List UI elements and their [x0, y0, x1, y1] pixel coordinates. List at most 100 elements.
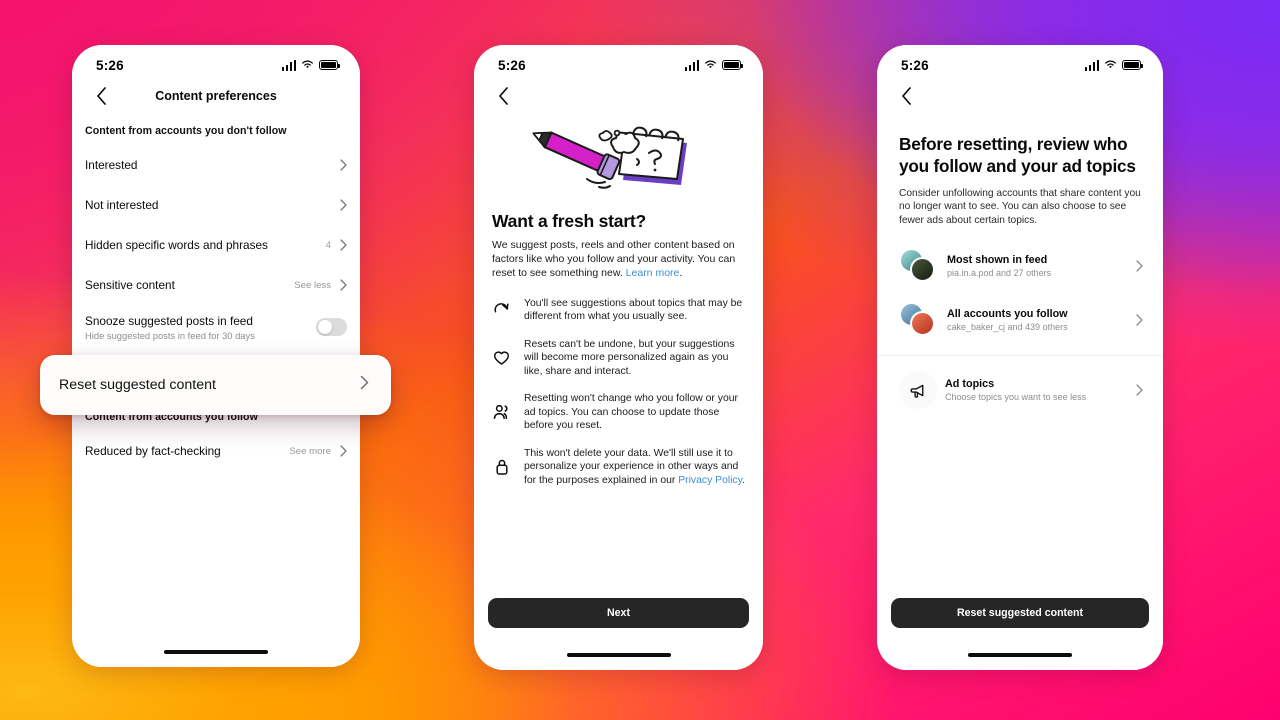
row-value: See more — [289, 445, 331, 457]
learn-more-link[interactable]: Learn more — [626, 267, 680, 279]
headline: Want a fresh start? — [492, 211, 647, 231]
page-title: Content preferences — [155, 89, 277, 103]
megaphone-icon — [899, 371, 937, 410]
bullet-resets-undone: Resets can't be undone, but your suggest… — [492, 338, 747, 379]
heart-icon — [492, 350, 511, 366]
chevron-right-icon — [1136, 314, 1143, 327]
cellular-signal-icon — [684, 59, 699, 71]
chevron-right-icon — [340, 239, 347, 251]
row-label: Interested — [85, 158, 138, 172]
snooze-sublabel: Hide suggested posts in feed for 30 days — [85, 329, 255, 341]
cellular-signal-icon — [281, 59, 296, 71]
battery-full-icon — [319, 60, 341, 70]
back-button[interactable] — [492, 85, 514, 107]
chevron-right-icon — [340, 445, 347, 457]
highlight-card-label: Reset suggested content — [59, 377, 216, 393]
row-label: Hidden specific words and phrases — [85, 238, 268, 252]
avatar — [910, 257, 935, 283]
row-most-shown-in-feed[interactable]: Most shown in feed pia.in.a.pod and 27 o… — [877, 239, 1163, 293]
chevron-right-icon — [360, 375, 369, 395]
people-icon — [492, 404, 511, 420]
snooze-label: Snooze suggested posts in feed — [85, 313, 253, 328]
status-time: 5:26 — [498, 57, 526, 73]
status-time: 5:26 — [901, 57, 929, 73]
phone-fresh-start: 5:26 Want a fresh start? We suggest post… — [474, 45, 763, 670]
account-list: Most shown in feed pia.in.a.pod and 27 o… — [877, 227, 1163, 418]
chevron-right-icon — [1136, 384, 1143, 397]
bullet-text: Resetting won't change who you follow or… — [524, 393, 738, 432]
bullet-follow-unchanged: Resetting won't change who you follow or… — [492, 392, 747, 433]
battery-full-icon — [722, 60, 744, 70]
row-not-interested[interactable]: Not interested — [72, 185, 360, 225]
row-label: Not interested — [85, 198, 159, 212]
avatar — [910, 311, 935, 337]
home-indicator — [164, 650, 268, 654]
back-button[interactable] — [895, 85, 917, 107]
row-reduced-by-fact-checking[interactable]: Reduced by fact-checking See more — [72, 431, 360, 471]
nav-bar — [877, 79, 1163, 113]
highlight-card-reset-suggested-content[interactable]: Reset suggested content — [40, 355, 391, 415]
bullet-text: This won't delete your data. We'll still… — [524, 447, 747, 488]
divider — [877, 355, 1163, 357]
privacy-policy-link[interactable]: Privacy Policy — [678, 475, 742, 486]
refresh-icon — [492, 302, 511, 319]
next-button[interactable]: Next — [488, 598, 749, 628]
account-subtitle: cake_baker_cj and 439 others — [947, 322, 1068, 333]
intro-paragraph: We suggest posts, reels and other conten… — [474, 232, 763, 281]
account-title: All accounts you follow — [947, 308, 1068, 321]
row-all-accounts-you-follow[interactable]: All accounts you follow cake_baker_cj an… — [877, 293, 1163, 347]
lock-icon — [492, 458, 511, 476]
status-time: 5:26 — [96, 57, 124, 73]
ad-topics-title: Ad topics — [945, 378, 995, 391]
home-indicator — [566, 653, 671, 657]
wifi-icon — [301, 56, 314, 74]
nav-bar: Content preferences — [72, 79, 360, 113]
account-title: Most shown in feed — [947, 254, 1048, 267]
avatar-stack — [899, 248, 939, 284]
wifi-icon — [704, 56, 717, 74]
cta-container: Next — [474, 598, 763, 628]
cta-container: Reset suggested content — [877, 598, 1163, 628]
bullet-text-part2: . — [742, 474, 746, 486]
status-bar: 5:26 — [877, 45, 1163, 79]
screenshot-stage: 5:26 Content preferences Content from ac… — [0, 0, 1280, 720]
wifi-icon — [1104, 56, 1117, 74]
bullet-text: You'll see suggestions about topics that… — [524, 297, 743, 323]
toggle-knob — [317, 319, 332, 335]
phone-review-follows: 5:26 Before resetting, review who you fo… — [877, 45, 1163, 670]
chevron-right-icon — [1136, 260, 1143, 273]
pencil-erasing-notepad-illustration — [474, 117, 763, 197]
bullet-text: Resets can't be undone, but your suggest… — [524, 338, 735, 377]
status-bar: 5:26 — [72, 45, 360, 79]
chevron-right-icon — [340, 199, 347, 211]
headline: Before resetting, review who you follow … — [899, 134, 1136, 177]
row-sensitive-content[interactable]: Sensitive content See less — [72, 265, 360, 305]
row-interested[interactable]: Interested — [72, 145, 360, 185]
bullet-suggestions: You'll see suggestions about topics that… — [492, 297, 747, 324]
avatar-stack — [899, 302, 939, 338]
section-header-dont-follow: Content from accounts you don't follow — [85, 125, 287, 137]
row-ad-topics[interactable]: Ad topics Choose topics you want to see … — [877, 362, 1163, 418]
row-label: Reduced by fact-checking — [85, 444, 221, 458]
home-indicator — [968, 653, 1072, 657]
chevron-right-icon — [340, 159, 347, 171]
row-snooze-suggested-posts[interactable]: Snooze suggested posts in feed Hide sugg… — [72, 305, 360, 349]
intro-text-end: . — [679, 266, 683, 279]
subheadline: Consider unfollowing accounts that share… — [899, 187, 1141, 226]
bullet-list: You'll see suggestions about topics that… — [474, 281, 763, 488]
row-value: See less — [294, 279, 331, 291]
bullet-data-privacy: This won't delete your data. We'll still… — [492, 447, 747, 488]
chevron-right-icon — [340, 279, 347, 291]
ad-topics-subtitle: Choose topics you want to see less — [945, 392, 1087, 403]
status-bar: 5:26 — [474, 45, 763, 79]
cellular-signal-icon — [1084, 59, 1099, 71]
battery-full-icon — [1122, 60, 1144, 70]
nav-bar — [474, 79, 763, 113]
reset-suggested-content-button[interactable]: Reset suggested content — [891, 598, 1149, 628]
row-label: Sensitive content — [85, 278, 175, 292]
account-subtitle: pia.in.a.pod and 27 others — [947, 268, 1052, 279]
intro-text: We suggest posts, reels and other conten… — [492, 239, 736, 279]
snooze-toggle[interactable] — [316, 318, 347, 336]
back-button[interactable] — [90, 85, 112, 107]
row-hidden-words[interactable]: Hidden specific words and phrases 4 — [72, 225, 360, 265]
